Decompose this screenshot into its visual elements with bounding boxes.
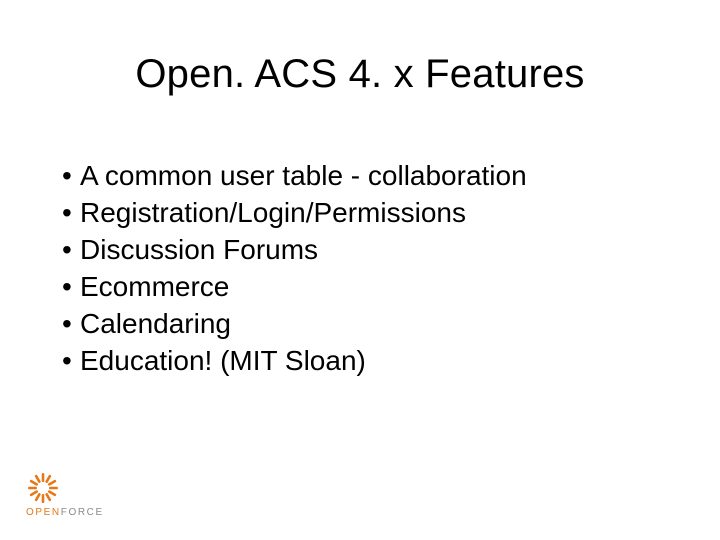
brand-force: FORCE — [61, 507, 104, 518]
list-item: • Discussion Forums — [62, 232, 680, 269]
list-item: • Education! (MIT Sloan) — [62, 343, 680, 380]
bullet-icon: • — [62, 195, 80, 232]
bullet-icon: • — [62, 269, 80, 306]
bullet-icon: • — [62, 306, 80, 343]
bullet-icon: • — [62, 343, 80, 380]
slide: Open. ACS 4. x Features • A common user … — [0, 0, 720, 540]
brand-open: OPEN — [26, 507, 61, 518]
list-item: • A common user table - collaboration — [62, 158, 680, 195]
slide-title: Open. ACS 4. x Features — [0, 52, 720, 97]
list-item: • Calendaring — [62, 306, 680, 343]
starburst-icon — [26, 471, 60, 505]
bullet-text: Registration/Login/Permissions — [80, 195, 680, 232]
bullet-text: A common user table - collaboration — [80, 158, 680, 195]
bullet-icon: • — [62, 158, 80, 195]
bullet-icon: • — [62, 232, 80, 269]
brand-wordmark: OPENFORCE — [26, 507, 104, 518]
bullet-list: • A common user table - collaboration • … — [62, 158, 680, 380]
bullet-text: Ecommerce — [80, 269, 680, 306]
brand-logo: OPENFORCE — [26, 471, 104, 518]
bullet-text: Discussion Forums — [80, 232, 680, 269]
bullet-text: Calendaring — [80, 306, 680, 343]
list-item: • Registration/Login/Permissions — [62, 195, 680, 232]
list-item: • Ecommerce — [62, 269, 680, 306]
bullet-text: Education! (MIT Sloan) — [80, 343, 680, 380]
